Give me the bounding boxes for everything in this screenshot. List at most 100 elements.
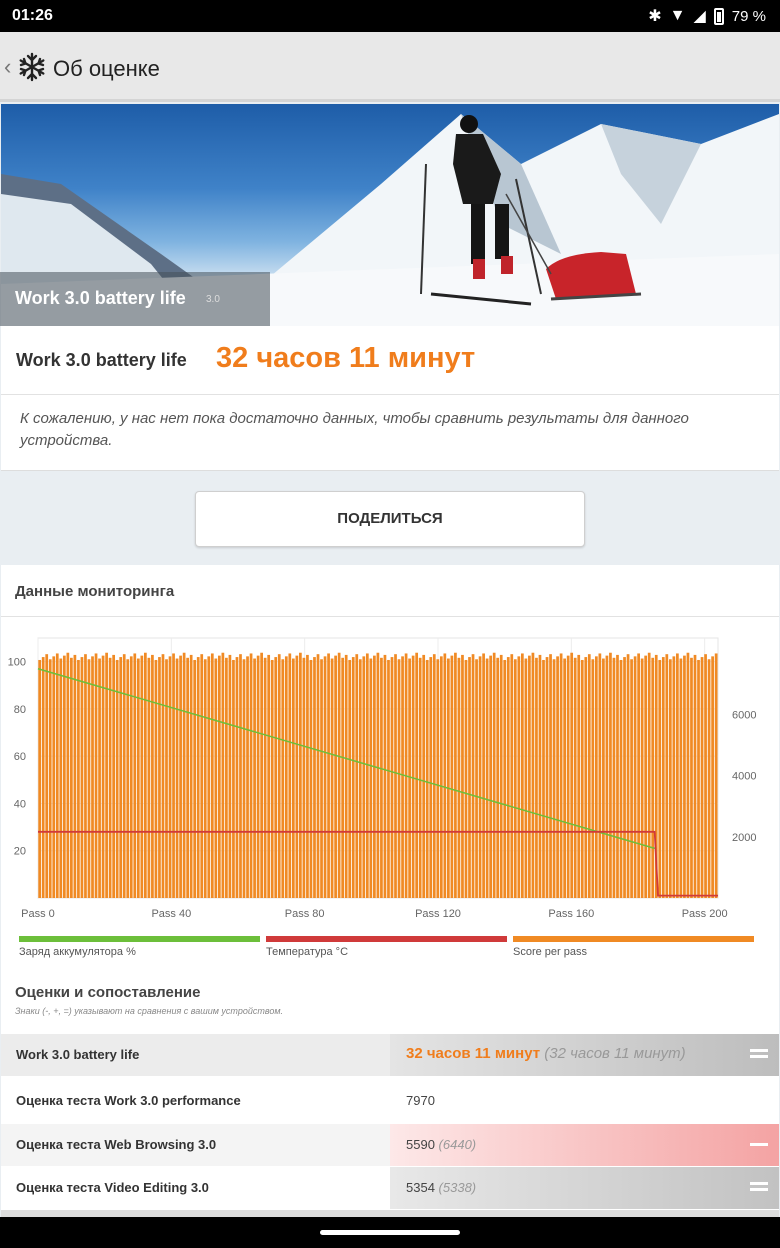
score-bar (284, 656, 288, 898)
score-bar (630, 659, 633, 898)
x-tick-label: Pass 160 (548, 908, 594, 920)
score-bar (422, 654, 426, 898)
score-bar (665, 654, 669, 898)
score-bar (605, 655, 609, 898)
score-bar (168, 656, 172, 898)
score-bar (552, 659, 556, 898)
snowflake-icon[interactable] (17, 52, 47, 82)
score-bar (697, 659, 700, 898)
home-handle[interactable] (320, 1230, 460, 1235)
score-bar (373, 655, 376, 898)
legend-battery-swatch (19, 936, 260, 942)
battery-icon (713, 7, 724, 25)
x-tick-label: Pass 0 (21, 908, 55, 920)
compare-row-value: 32 часов 11 минут (32 часов 11 минут) (406, 1045, 686, 1062)
score-bar (499, 654, 503, 898)
score-bar (707, 659, 711, 898)
compare-row-value-box: 5354 (5338) (390, 1167, 779, 1209)
compare-row[interactable]: Оценка теста Work 3.0 performance 7970 (1, 1080, 779, 1122)
score-bar (633, 656, 637, 898)
compare-row-name: Оценка теста Video Editing 3.0 (16, 1180, 209, 1195)
legend-score-label: Score per pass (513, 946, 587, 958)
compare-title: Оценки и сопоставление (15, 984, 201, 1001)
score-bar (210, 653, 214, 898)
x-tick-label: Pass 120 (415, 908, 461, 920)
score-bar (182, 652, 186, 898)
score-bar (679, 658, 683, 898)
score-bar (200, 654, 204, 898)
score-bar (186, 657, 190, 898)
compare-row[interactable]: Work 3.0 battery life 32 часов 11 минут … (1, 1034, 779, 1076)
score-bar (98, 658, 101, 898)
score-bar (299, 652, 302, 898)
score-bar (683, 655, 686, 898)
equal-icon (750, 1049, 768, 1058)
score-bar (84, 654, 87, 898)
score-bar (401, 656, 404, 898)
score-bar (193, 659, 197, 898)
score-bar (267, 654, 271, 898)
score-bar (383, 654, 387, 898)
monitoring-chart: 20 40 60 80 100 2000 4000 6000 Pass 0 Pass 40 Pass… (8, 637, 756, 920)
score-bar (70, 657, 73, 898)
score-bar (538, 654, 542, 898)
status-bar: 01:26 ✱ ▼ ◢ 79 % (0, 0, 780, 32)
score-bar (77, 659, 80, 898)
compare-row-name: Оценка теста Web Browsing 3.0 (16, 1137, 217, 1152)
back-icon[interactable]: ‹ (4, 54, 11, 80)
score-bar (161, 654, 165, 898)
score-bar (87, 659, 91, 898)
score-bar (306, 654, 309, 898)
score-bar (517, 656, 521, 898)
score-bar (38, 659, 42, 898)
score-bar (672, 656, 676, 898)
result-note: К сожалению, у нас нет пока достаточно д… (20, 410, 689, 449)
score-bar (461, 654, 464, 898)
score-bar (242, 659, 246, 898)
score-bar (454, 652, 457, 898)
compare-subtitle: Знаки (-, +, =) указывают на сравнения с… (15, 1006, 284, 1016)
score-bar (122, 654, 126, 898)
score-bar (482, 653, 485, 898)
score-bar (651, 657, 655, 898)
score-bar (207, 656, 211, 898)
compare-row[interactable]: Оценка теста Video Editing 3.0 5354 (533… (1, 1167, 779, 1209)
score-bar (492, 652, 496, 898)
score-bar (281, 659, 285, 898)
score-bar (658, 659, 662, 898)
score-bar (344, 654, 348, 898)
score-bar (612, 657, 616, 898)
minus-icon (750, 1143, 768, 1146)
score-bar (337, 652, 341, 898)
score-bar (59, 658, 63, 898)
x-tick-label: Pass 80 (285, 908, 325, 920)
score-bar (714, 653, 718, 898)
score-bar (485, 658, 489, 898)
score-bar (376, 652, 380, 898)
compare-row-value-ref: (5338) (438, 1180, 477, 1195)
score-bar (587, 654, 591, 898)
score-bar (355, 654, 359, 898)
score-bar (531, 652, 535, 898)
score-bar (429, 657, 433, 898)
compare-row[interactable]: Оценка теста Web Browsing 3.0 5590 (6440… (1, 1124, 779, 1166)
score-bar (566, 655, 570, 898)
result-label: Work 3.0 battery life (16, 350, 187, 370)
score-bar (140, 655, 144, 898)
score-bar (415, 652, 419, 898)
hero-version: 3.0 (206, 294, 220, 305)
score-bar (225, 657, 228, 898)
score-bar (45, 654, 49, 898)
score-bar (249, 653, 253, 898)
score-bar (439, 656, 443, 898)
equal-icon (750, 1182, 768, 1191)
score-bar (450, 655, 454, 898)
y-right-tick-label: 2000 (732, 832, 756, 844)
result-card: Work 3.0 battery life 32 часов 11 минут … (1, 326, 779, 471)
x-tick-label: Pass 200 (682, 908, 728, 920)
share-button[interactable]: ПОДЕЛИТЬСЯ (195, 491, 585, 547)
legend-temperature: Температура °C (266, 936, 507, 958)
score-bar (320, 659, 323, 898)
signal-icon: ◢ (693, 8, 706, 25)
monitoring-title: Данные мониторинга (15, 583, 175, 600)
